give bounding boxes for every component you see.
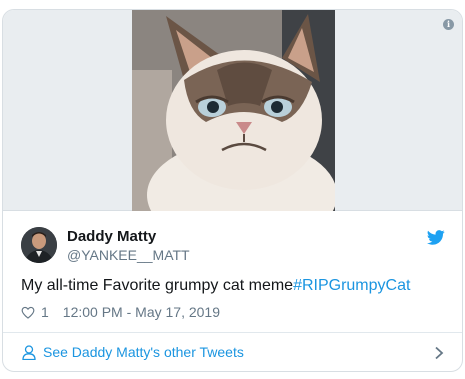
twitter-bird-icon[interactable] xyxy=(427,230,445,245)
tweet-meta: 1 12:00 PM - May 17, 2019 xyxy=(21,304,220,320)
author-display-name[interactable]: Daddy Matty xyxy=(67,228,156,245)
chevron-right-icon[interactable] xyxy=(434,346,444,360)
person-icon xyxy=(22,345,36,360)
avatar-image xyxy=(21,227,57,263)
tweet-media[interactable]: i xyxy=(3,10,462,211)
grumpy-cat-photo[interactable] xyxy=(132,10,335,211)
like-count[interactable]: 1 xyxy=(41,304,49,320)
heart-icon[interactable] xyxy=(21,306,35,319)
author-handle[interactable]: @YANKEE__MATT xyxy=(67,247,190,263)
hashtag-link[interactable]: #RIPGrumpyCat xyxy=(293,277,410,294)
grumpy-cat-image xyxy=(132,10,335,211)
author-avatar[interactable] xyxy=(21,227,57,263)
embedded-tweet-card: i Daddy Matty @YANKEE__MATT My all-time … xyxy=(2,9,463,372)
more-tweets-footer[interactable]: See Daddy Matty's other Tweets xyxy=(3,332,462,371)
tweet-timestamp[interactable]: 12:00 PM - May 17, 2019 xyxy=(63,304,220,320)
tweet-body: Daddy Matty @YANKEE__MATT My all-time Fa… xyxy=(3,211,462,331)
tweet-text-body: My all-time Favorite grumpy cat meme xyxy=(21,277,294,294)
info-icon[interactable]: i xyxy=(443,19,454,30)
see-other-tweets-link[interactable]: See Daddy Matty's other Tweets xyxy=(43,344,244,360)
tweet-text: My all-time Favorite grumpy cat meme#RIP… xyxy=(21,277,410,295)
